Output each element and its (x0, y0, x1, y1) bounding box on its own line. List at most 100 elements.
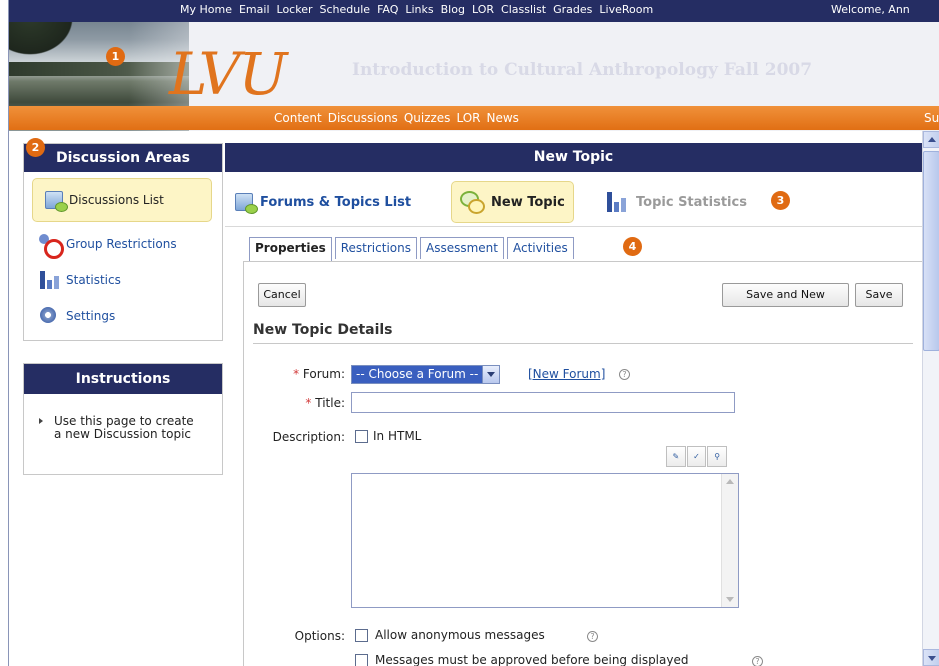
preview-icon[interactable]: ⚲ (707, 446, 728, 467)
app-frame: My Home Email Locker Schedule FAQ Links … (8, 0, 939, 666)
help-icon[interactable]: ? (619, 369, 630, 380)
callout-2: 2 (26, 138, 45, 157)
topic-statistics-icon (605, 190, 629, 214)
course-navigation: Content Discussions Quizzes LOR News Su (9, 106, 939, 130)
chevron-down-icon[interactable] (482, 366, 500, 383)
required-mark: * (293, 367, 300, 381)
sidebar-item-label: Statistics (66, 273, 121, 287)
topic-statistics-button[interactable]: Topic Statistics (605, 181, 747, 223)
sidebar-item-label: Settings (66, 309, 116, 323)
allow-anonymous-checkbox[interactable] (355, 629, 368, 642)
callout-3: 3 (771, 191, 790, 210)
save-button[interactable]: Save (855, 283, 903, 307)
options-label: Options: (294, 629, 345, 643)
title-input[interactable] (351, 392, 735, 413)
statistics-icon (38, 269, 60, 291)
page-title: New Topic (225, 143, 922, 172)
chevron-up-icon (928, 137, 936, 142)
nav-classlist[interactable]: Classlist (501, 3, 546, 16)
settings-icon (38, 305, 60, 327)
action-bar: Forums & Topics List New Topic Topic Sta… (225, 172, 922, 227)
sidebar-item-settings[interactable]: Settings (24, 298, 222, 334)
textarea-scrollbar[interactable] (721, 474, 738, 607)
callout-4: 4 (623, 237, 642, 256)
nav-locker[interactable]: Locker (277, 3, 313, 16)
chevron-down-icon[interactable] (726, 597, 734, 602)
sidebar-item-statistics[interactable]: Statistics (24, 262, 222, 298)
title-label-text: Title: (315, 396, 345, 410)
chevron-down-icon (928, 656, 936, 661)
tab-assessment[interactable]: Assessment (419, 237, 504, 259)
tab-bar: Properties Restrictions Assessment Activ… (249, 237, 577, 261)
instructions-title: Instructions (24, 364, 222, 394)
sidebar-item-group-restrictions[interactable]: Group Restrictions (24, 226, 222, 262)
scroll-down-button[interactable] (923, 649, 939, 666)
subnav-news[interactable]: News (486, 111, 518, 125)
forum-label: * Forum: (274, 367, 345, 381)
tab-activities[interactable]: Activities (506, 237, 574, 259)
nav-my-home[interactable]: My Home (180, 3, 232, 16)
forums-topics-list-label: Forums & Topics List (260, 194, 412, 210)
lvu-logo: LVU (169, 40, 287, 108)
sidebar-item-label: Discussions List (69, 193, 164, 207)
help-icon[interactable]: ? (752, 656, 763, 666)
main-panel: New Topic Forums & Topics List New Topic… (225, 143, 922, 666)
new-topic-button[interactable]: New Topic (451, 181, 574, 223)
discussion-areas-title: Discussion Areas (24, 144, 222, 172)
sidebar-item-label: Group Restrictions (66, 237, 177, 251)
bullet-icon (39, 418, 43, 424)
subnav-quizzes[interactable]: Quizzes (404, 111, 451, 125)
tab-properties[interactable]: Properties (249, 237, 332, 261)
page-scrollbar[interactable] (922, 131, 939, 666)
forums-topics-list-button[interactable]: Forums & Topics List (235, 181, 411, 223)
save-and-new-button[interactable]: Save and New (722, 283, 849, 307)
discussions-list-icon (45, 191, 68, 212)
new-topic-label: New Topic (491, 194, 565, 210)
description-textarea[interactable] (351, 473, 739, 608)
allow-anonymous-label: Allow anonymous messages (375, 628, 545, 642)
subnav-discussions[interactable]: Discussions (328, 111, 398, 125)
discussion-areas-panel: Discussion Areas Discussions List Group … (23, 143, 223, 341)
insert-image-icon[interactable]: ✎ (666, 446, 686, 467)
description-label: Description: (272, 430, 345, 444)
editor-toolbar: ✎ ✓ ⚲ (666, 446, 728, 469)
nav-blog[interactable]: Blog (441, 3, 465, 16)
nav-lor[interactable]: LOR (472, 3, 494, 16)
sidebar-item-discussions-list[interactable]: Discussions List (32, 178, 212, 222)
subnav-overflow[interactable]: Su (924, 111, 939, 125)
subnav-content[interactable]: Content (274, 111, 322, 125)
forum-select-value: -- Choose a Forum -- (352, 366, 483, 383)
group-restrictions-icon (38, 233, 64, 259)
cancel-button[interactable]: Cancel (258, 283, 306, 307)
section-title: New Topic Details (253, 322, 913, 344)
nav-grades[interactable]: Grades (553, 3, 592, 16)
topic-statistics-label: Topic Statistics (636, 194, 747, 210)
required-mark: * (305, 396, 312, 410)
in-html-checkbox[interactable] (355, 430, 368, 443)
nav-schedule[interactable]: Schedule (320, 3, 371, 16)
require-approval-checkbox[interactable] (355, 654, 368, 666)
forum-label-text: Forum: (302, 367, 345, 381)
nav-email[interactable]: Email (239, 3, 270, 16)
scrollbar-thumb[interactable] (923, 151, 939, 351)
course-banner: My Home Email Locker Schedule FAQ Links … (9, 0, 939, 131)
scroll-up-button[interactable] (923, 131, 939, 148)
require-approval-label: Messages must be approved before being d… (375, 653, 689, 666)
course-title: Introduction to Cultural Anthropology Fa… (352, 60, 813, 80)
forums-list-icon (235, 193, 258, 214)
top-navigation: My Home Email Locker Schedule FAQ Links … (9, 0, 939, 22)
new-topic-icon (460, 190, 485, 214)
forum-select[interactable]: -- Choose a Forum -- (351, 365, 501, 384)
subnav-lor[interactable]: LOR (456, 111, 480, 125)
topic-form: Cancel Save and New Save New Topic Detai… (243, 261, 922, 666)
help-icon[interactable]: ? (587, 631, 598, 642)
nav-liveroom[interactable]: LiveRoom (599, 3, 653, 16)
tab-restrictions[interactable]: Restrictions (334, 237, 417, 259)
nav-links[interactable]: Links (405, 3, 433, 16)
new-forum-link[interactable]: [New Forum] (528, 367, 605, 381)
chevron-up-icon[interactable] (726, 479, 734, 484)
spellcheck-icon[interactable]: ✓ (686, 446, 707, 467)
nav-faq[interactable]: FAQ (377, 3, 398, 16)
instructions-text: Use this page to create a new Discussion… (54, 414, 194, 441)
instructions-panel: Instructions Use this page to create a n… (23, 363, 223, 475)
